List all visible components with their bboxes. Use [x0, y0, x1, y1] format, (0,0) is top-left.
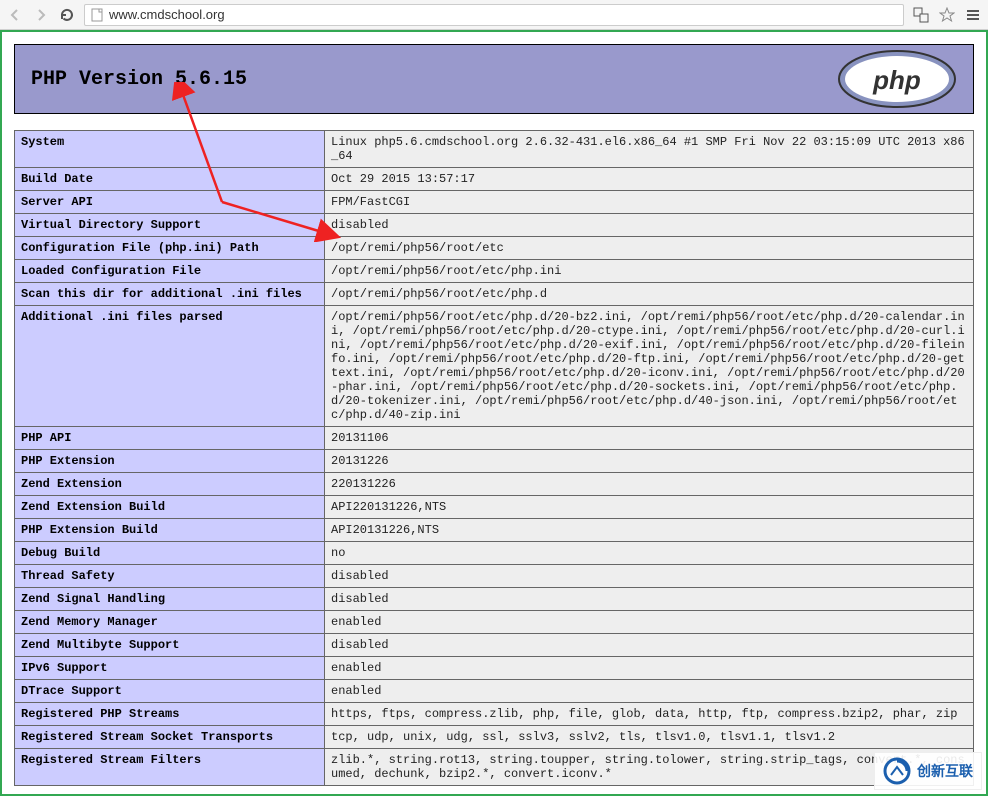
config-value: /opt/remi/php56/root/etc/php.ini: [325, 260, 974, 283]
watermark-text: 创新互联: [917, 761, 973, 781]
table-row: Scan this dir for additional .ini files/…: [15, 283, 974, 306]
config-value: enabled: [325, 657, 974, 680]
config-value: API220131226,NTS: [325, 496, 974, 519]
table-row: Registered Stream Socket Transportstcp, …: [15, 726, 974, 749]
table-row: Zend Multibyte Supportdisabled: [15, 634, 974, 657]
table-row: Virtual Directory Supportdisabled: [15, 214, 974, 237]
table-row: DTrace Supportenabled: [15, 680, 974, 703]
config-value: /opt/remi/php56/root/etc/php.d: [325, 283, 974, 306]
config-key: Registered PHP Streams: [15, 703, 325, 726]
translate-icon: [913, 7, 929, 23]
config-key: Additional .ini files parsed: [15, 306, 325, 427]
reload-button[interactable]: [58, 6, 76, 24]
config-value: 20131106: [325, 427, 974, 450]
hamburger-icon: [965, 7, 981, 23]
table-row: Server APIFPM/FastCGI: [15, 191, 974, 214]
translate-button[interactable]: [912, 6, 930, 24]
config-key: Zend Memory Manager: [15, 611, 325, 634]
page-viewport[interactable]: PHP Version 5.6.15 php SystemLinux php5.…: [0, 30, 988, 796]
table-row: Build DateOct 29 2015 13:57:17: [15, 168, 974, 191]
back-button[interactable]: [6, 6, 24, 24]
config-key: Loaded Configuration File: [15, 260, 325, 283]
config-value: tcp, udp, unix, udg, ssl, sslv3, sslv2, …: [325, 726, 974, 749]
table-row: Loaded Configuration File/opt/remi/php56…: [15, 260, 974, 283]
config-key: Zend Signal Handling: [15, 588, 325, 611]
svg-text:php: php: [872, 65, 921, 95]
config-key: Thread Safety: [15, 565, 325, 588]
bookmark-button[interactable]: [938, 6, 956, 24]
phpinfo-page: PHP Version 5.6.15 php SystemLinux php5.…: [2, 32, 986, 796]
config-value: disabled: [325, 214, 974, 237]
config-key: IPv6 Support: [15, 657, 325, 680]
table-row: Debug Buildno: [15, 542, 974, 565]
arrow-left-icon: [8, 8, 22, 22]
phpinfo-table: SystemLinux php5.6.cmdschool.org 2.6.32-…: [14, 130, 974, 786]
table-row: Additional .ini files parsed/opt/remi/ph…: [15, 306, 974, 427]
config-value: 220131226: [325, 473, 974, 496]
config-value: /opt/remi/php56/root/etc: [325, 237, 974, 260]
config-value: /opt/remi/php56/root/etc/php.d/20-bz2.in…: [325, 306, 974, 427]
table-row: Registered PHP Streamshttps, ftps, compr…: [15, 703, 974, 726]
config-value: API20131226,NTS: [325, 519, 974, 542]
menu-button[interactable]: [964, 6, 982, 24]
config-key: DTrace Support: [15, 680, 325, 703]
config-key: PHP API: [15, 427, 325, 450]
config-key: Registered Stream Filters: [15, 749, 325, 786]
config-key: Zend Multibyte Support: [15, 634, 325, 657]
forward-button[interactable]: [32, 6, 50, 24]
config-value: Linux php5.6.cmdschool.org 2.6.32-431.el…: [325, 131, 974, 168]
config-value: enabled: [325, 680, 974, 703]
config-key: System: [15, 131, 325, 168]
config-value: disabled: [325, 565, 974, 588]
table-row: Thread Safetydisabled: [15, 565, 974, 588]
php-version-title: PHP Version 5.6.15: [31, 68, 247, 91]
star-icon: [939, 7, 955, 23]
config-key: Configuration File (php.ini) Path: [15, 237, 325, 260]
phpinfo-header: PHP Version 5.6.15 php: [14, 44, 974, 114]
config-value: https, ftps, compress.zlib, php, file, g…: [325, 703, 974, 726]
address-bar[interactable]: www.cmdschool.org: [84, 4, 904, 26]
table-row: PHP Extension20131226: [15, 450, 974, 473]
config-key: Registered Stream Socket Transports: [15, 726, 325, 749]
config-key: PHP Extension: [15, 450, 325, 473]
config-key: Server API: [15, 191, 325, 214]
reload-icon: [59, 7, 75, 23]
table-row: IPv6 Supportenabled: [15, 657, 974, 680]
browser-toolbar: www.cmdschool.org: [0, 0, 988, 30]
page-icon: [91, 8, 103, 22]
config-key: PHP Extension Build: [15, 519, 325, 542]
table-row: Zend Memory Managerenabled: [15, 611, 974, 634]
table-row: Configuration File (php.ini) Path/opt/re…: [15, 237, 974, 260]
config-value: Oct 29 2015 13:57:17: [325, 168, 974, 191]
config-value: 20131226: [325, 450, 974, 473]
config-key: Zend Extension: [15, 473, 325, 496]
table-row: PHP Extension BuildAPI20131226,NTS: [15, 519, 974, 542]
config-value: no: [325, 542, 974, 565]
config-value: enabled: [325, 611, 974, 634]
config-key: Zend Extension Build: [15, 496, 325, 519]
config-key: Scan this dir for additional .ini files: [15, 283, 325, 306]
config-value: disabled: [325, 634, 974, 657]
php-logo-icon: php: [837, 49, 957, 109]
table-row: Registered Stream Filterszlib.*, string.…: [15, 749, 974, 786]
watermark: 创新互联: [874, 752, 982, 790]
table-row: Zend Extension BuildAPI220131226,NTS: [15, 496, 974, 519]
table-row: Zend Extension220131226: [15, 473, 974, 496]
table-row: SystemLinux php5.6.cmdschool.org 2.6.32-…: [15, 131, 974, 168]
config-key: Debug Build: [15, 542, 325, 565]
config-key: Virtual Directory Support: [15, 214, 325, 237]
config-key: Build Date: [15, 168, 325, 191]
arrow-right-icon: [34, 8, 48, 22]
table-row: PHP API20131106: [15, 427, 974, 450]
watermark-logo-icon: [883, 757, 911, 785]
url-text: www.cmdschool.org: [109, 7, 225, 22]
table-row: Zend Signal Handlingdisabled: [15, 588, 974, 611]
config-value: disabled: [325, 588, 974, 611]
config-value: FPM/FastCGI: [325, 191, 974, 214]
